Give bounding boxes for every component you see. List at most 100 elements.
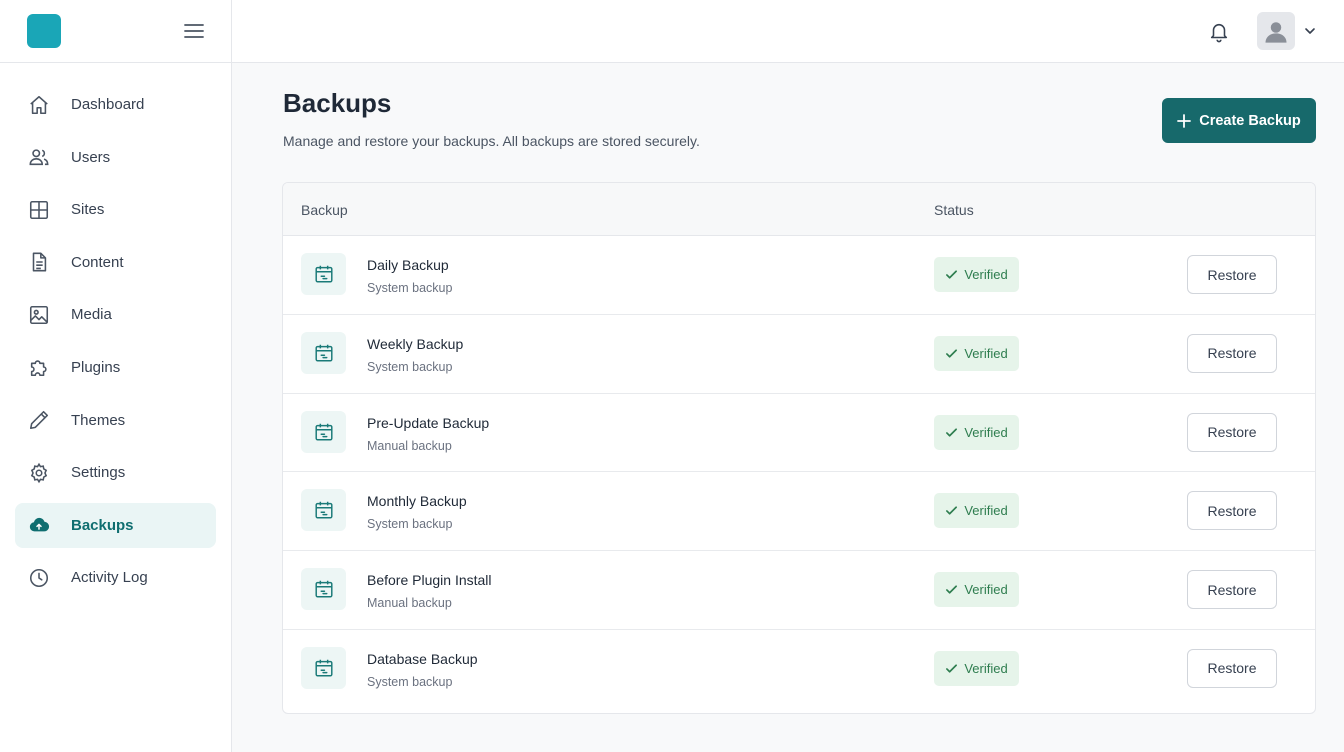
restore-button[interactable]: Restore — [1187, 648, 1277, 688]
grid-icon — [27, 198, 51, 222]
cloud-icon — [27, 513, 51, 537]
backup-type: Manual backup — [367, 596, 452, 611]
sidebar-item-label: Users — [71, 148, 111, 166]
check-icon — [945, 583, 958, 596]
column-header-backup: Backup — [301, 202, 348, 218]
status-badge: Verified — [934, 650, 1019, 686]
status-label: Verified — [964, 503, 1008, 519]
avatar[interactable] — [1257, 12, 1295, 50]
calendar-icon — [301, 410, 346, 453]
table-row: Monthly Backup System backup Verified Re… — [283, 472, 1315, 552]
restore-button[interactable]: Restore — [1187, 255, 1277, 294]
create-backup-button[interactable]: Create Backup — [1162, 98, 1316, 143]
sidebar-item-settings[interactable]: Settings — [15, 450, 216, 495]
sidebar-item-themes[interactable]: Themes — [15, 398, 216, 443]
backup-type: System backup — [367, 281, 453, 295]
column-header-status: Status — [934, 202, 974, 218]
sidebar-item-activity-log[interactable]: Activity Log — [15, 555, 216, 600]
check-icon — [945, 268, 958, 281]
status-label: Verified — [964, 267, 1008, 282]
table-row: Weekly Backup System backup Verified Res… — [283, 315, 1315, 394]
bell-icon — [1210, 23, 1228, 43]
sidebar-item-users[interactable]: Users — [15, 135, 216, 180]
brush-icon — [27, 408, 51, 432]
create-backup-label: Create Backup — [1199, 112, 1301, 129]
document-icon — [27, 250, 51, 274]
check-icon — [945, 662, 958, 675]
status-badge: Verified — [934, 257, 1019, 292]
status-label: Verified — [964, 424, 1008, 440]
menu-toggle-button[interactable] — [182, 19, 206, 43]
restore-button[interactable]: Restore — [1187, 491, 1277, 531]
status-label: Verified — [964, 582, 1008, 598]
puzzle-icon — [27, 355, 51, 379]
top-bar — [232, 0, 1344, 63]
sidebar-item-dashboard[interactable]: Dashboard — [15, 82, 216, 127]
sidebar-item-label: Themes — [71, 411, 126, 429]
clock-icon — [27, 566, 51, 590]
calendar-icon — [301, 568, 346, 611]
gear-icon — [27, 461, 51, 485]
sidebar-item-label: Settings — [71, 464, 126, 482]
check-icon — [945, 347, 958, 360]
restore-button[interactable]: Restore — [1187, 333, 1277, 373]
hamburger-icon — [184, 24, 204, 38]
sidebar-item-media[interactable]: Media — [15, 292, 216, 337]
status-badge: Verified — [934, 572, 1019, 608]
backup-name: Weekly Backup — [367, 335, 464, 352]
status-label: Verified — [964, 660, 1008, 676]
backup-type: System backup — [367, 359, 453, 374]
backup-type: System backup — [367, 517, 453, 532]
restore-button[interactable]: Restore — [1187, 412, 1277, 452]
backup-name: Daily Backup — [367, 257, 449, 273]
backup-name: Database Backup — [367, 650, 478, 667]
home-icon — [27, 93, 51, 117]
table-row: Pre-Update Backup Manual backup Verified… — [283, 394, 1315, 473]
sidebar-item-content[interactable]: Content — [15, 240, 216, 285]
calendar-icon — [301, 253, 346, 295]
chevron-down-icon[interactable] — [1303, 24, 1317, 38]
calendar-icon — [301, 646, 346, 689]
table-body: Daily Backup System backup Verified Rest… — [283, 236, 1315, 709]
sidebar-item-label: Plugins — [71, 358, 121, 376]
sidebar-item-plugins[interactable]: Plugins — [15, 345, 216, 390]
sidebar-nav: Dashboard Users Sites Content Media Plug… — [0, 63, 231, 600]
page-title: Backups — [283, 88, 392, 118]
status-badge: Verified — [934, 493, 1019, 529]
status-label: Verified — [964, 345, 1008, 361]
check-icon — [945, 504, 958, 517]
check-icon — [945, 426, 958, 439]
sidebar-item-label: Content — [71, 253, 124, 271]
table-row: Before Plugin Install Manual backup Veri… — [283, 551, 1315, 630]
page-subtitle: Manage and restore your backups. All bac… — [283, 133, 700, 149]
image-icon — [27, 303, 51, 327]
sidebar-item-label: Backups — [71, 516, 134, 534]
sidebar-item-label: Media — [71, 306, 112, 324]
table-header: Backup Status — [283, 183, 1315, 236]
sidebar-item-label: Dashboard — [71, 96, 145, 113]
backup-type: Manual backup — [367, 438, 452, 453]
user-icon — [1265, 22, 1287, 43]
notifications-button[interactable] — [1206, 19, 1232, 45]
restore-button[interactable]: Restore — [1187, 570, 1277, 610]
app-logo[interactable] — [27, 14, 61, 48]
sidebar-item-backups[interactable]: Backups — [15, 502, 216, 548]
calendar-icon — [301, 489, 346, 532]
sidebar: Dashboard Users Sites Content Media Plug… — [0, 0, 232, 752]
backups-table: Backup Status Daily Backup System backup… — [282, 182, 1316, 714]
status-badge: Verified — [934, 414, 1019, 450]
sidebar-item-label: Activity Log — [71, 569, 148, 587]
calendar-icon — [301, 331, 346, 374]
status-badge: Verified — [934, 335, 1019, 371]
sidebar-header — [0, 0, 231, 63]
backup-name: Pre-Update Backup — [367, 414, 490, 431]
sidebar-item-sites[interactable]: Sites — [15, 187, 216, 232]
table-row: Daily Backup System backup Verified Rest… — [283, 236, 1315, 315]
backup-name: Monthly Backup — [367, 493, 467, 510]
backup-name: Before Plugin Install — [367, 572, 492, 589]
backup-type: System backup — [367, 674, 453, 689]
plus-icon — [1177, 113, 1192, 128]
sidebar-item-label: Sites — [71, 201, 105, 219]
table-row: Database Backup System backup Verified R… — [283, 630, 1315, 709]
users-icon — [27, 145, 51, 169]
